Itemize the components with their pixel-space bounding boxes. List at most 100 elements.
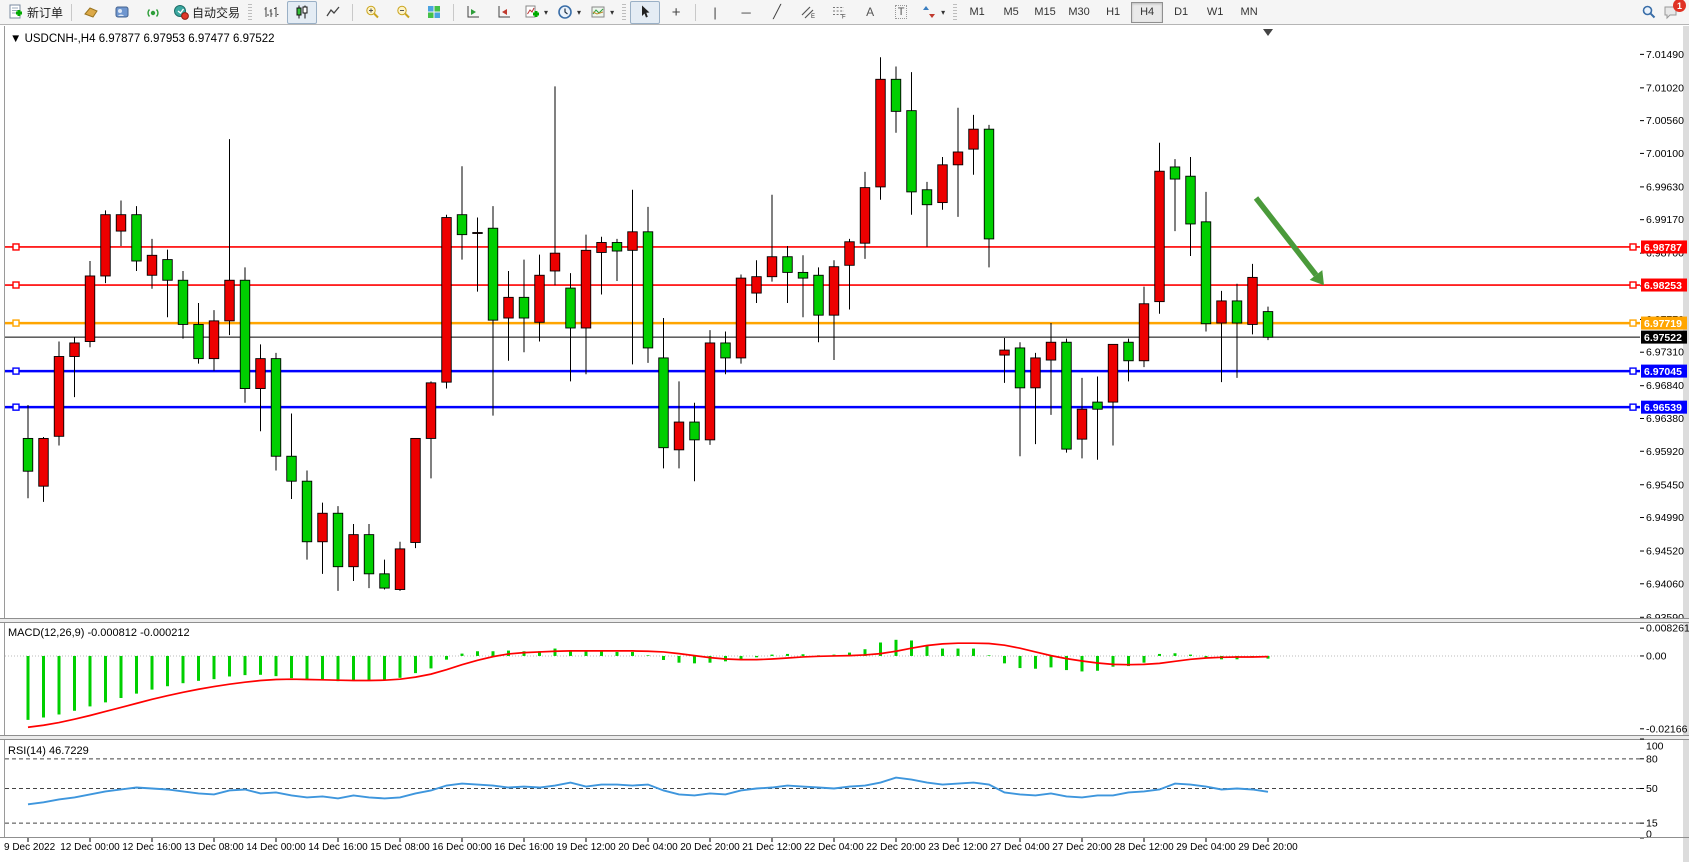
price-level-badge-label: 6.97719: [1644, 318, 1682, 330]
candle: [395, 542, 405, 591]
candle-body: [891, 79, 901, 111]
candle: [705, 330, 715, 445]
rsi-axis-label: 80: [1646, 753, 1658, 765]
trendline-tool-button[interactable]: ╱: [762, 1, 792, 24]
time-tick-label: 23 Dec 12:00: [928, 842, 988, 853]
time-tick-label: 27 Dec 20:00: [1052, 842, 1112, 853]
candle-body: [953, 152, 963, 165]
crosshair-tool-button[interactable]: +: [661, 1, 691, 24]
candle-body: [721, 343, 731, 358]
candle-body: [209, 321, 219, 359]
level-line-handle[interactable]: [1630, 368, 1636, 374]
level-line-handle[interactable]: [13, 404, 19, 410]
arrows-tool-button[interactable]: ▾: [917, 1, 949, 24]
indicators-button[interactable]: ▾: [520, 1, 552, 24]
new-order-label: 新订单: [27, 4, 63, 21]
templates-button[interactable]: ▾: [586, 1, 618, 24]
text-label-icon: T: [895, 5, 908, 19]
line-chart-icon: [325, 4, 341, 20]
level-line-handle[interactable]: [1630, 404, 1636, 410]
level-line-handle[interactable]: [1630, 320, 1636, 326]
time-tick-label: 14 Dec 16:00: [308, 842, 368, 853]
horizontal-line-tool-button[interactable]: ─: [731, 1, 761, 24]
price-tick-label: 6.96840: [1646, 380, 1684, 392]
signals-button[interactable]: [138, 1, 168, 24]
toolbar-grip[interactable]: [953, 4, 957, 21]
time-tick-label: 28 Dec 12:00: [1114, 842, 1174, 853]
periods-button[interactable]: ▾: [553, 1, 585, 24]
new-order-button[interactable]: 新订单: [4, 1, 67, 24]
macd-label: MACD(12,26,9) -0.000812 -0.000212: [8, 627, 190, 639]
level-line-handle[interactable]: [1630, 244, 1636, 250]
candle-body: [271, 359, 281, 457]
templates-dropdown-caret[interactable]: ▾: [610, 8, 614, 17]
candle-body: [1124, 342, 1134, 361]
macd-axis-label: -0.02166: [1646, 723, 1688, 735]
timeframe-m5-button[interactable]: M5: [995, 2, 1027, 23]
candle-body: [938, 165, 948, 203]
tile-windows-button[interactable]: [419, 1, 449, 24]
macd-axis-label: 0.00: [1646, 650, 1667, 662]
price-tick-label: 6.95920: [1646, 446, 1684, 458]
time-tick-label: 15 Dec 08:00: [370, 842, 430, 853]
indicators-dropdown-caret[interactable]: ▾: [544, 8, 548, 17]
line-chart-button[interactable]: [318, 1, 348, 24]
chart-canvas[interactable]: 7.014907.010207.005607.001006.996306.991…: [0, 26, 1689, 862]
level-line-handle[interactable]: [1630, 282, 1636, 288]
zoom-out-button[interactable]: [388, 1, 418, 24]
market-watch-button[interactable]: [107, 1, 137, 24]
notifications-button[interactable]: 1: [1663, 4, 1679, 20]
bar-chart-button[interactable]: [256, 1, 286, 24]
text-tool-button[interactable]: A: [855, 1, 885, 24]
candle-body: [116, 215, 126, 231]
zoom-in-button[interactable]: [357, 1, 387, 24]
level-line-handle[interactable]: [13, 368, 19, 374]
candle: [132, 206, 142, 271]
candle-body: [457, 215, 467, 235]
price-tick-label: 7.00100: [1646, 148, 1684, 160]
level-line-handle[interactable]: [13, 282, 19, 288]
auto-scroll-button[interactable]: [458, 1, 488, 24]
timeframe-m1-button[interactable]: M1: [961, 2, 993, 23]
timeframe-h4-button[interactable]: H4: [1131, 2, 1163, 23]
timeframe-h1-button[interactable]: H1: [1097, 2, 1129, 23]
timeframe-w1-button[interactable]: W1: [1199, 2, 1231, 23]
history-center-button[interactable]: [76, 1, 106, 24]
price-level-badge-label: 6.98253: [1644, 280, 1682, 292]
time-tick-label: 29 Dec 04:00: [1176, 842, 1236, 853]
candle-body: [256, 359, 266, 389]
vertical-line-tool-button[interactable]: |: [700, 1, 730, 24]
text-label-tool-button[interactable]: T: [886, 1, 916, 24]
channel-tool-button[interactable]: E: [793, 1, 823, 24]
periods-dropdown-caret[interactable]: ▾: [577, 8, 581, 17]
candlestick-chart-icon: [294, 4, 310, 20]
candle-body: [178, 280, 188, 324]
level-line-handle[interactable]: [13, 320, 19, 326]
timeframe-m15-button[interactable]: M15: [1029, 2, 1061, 23]
svg-text:E: E: [811, 14, 815, 20]
candle-body: [767, 257, 777, 277]
time-tick-label: 21 Dec 12:00: [742, 842, 802, 853]
candle-body: [1031, 358, 1041, 388]
chart-shift-button[interactable]: [489, 1, 519, 24]
timeframe-m30-button[interactable]: M30: [1063, 2, 1095, 23]
fibonacci-icon: F: [831, 4, 847, 20]
candle: [240, 267, 250, 402]
search-icon[interactable]: [1641, 4, 1657, 20]
fibonacci-tool-button[interactable]: F: [824, 1, 854, 24]
candle-body: [240, 280, 250, 388]
candlestick-chart-button[interactable]: [287, 1, 317, 24]
timeframe-mn-button[interactable]: MN: [1233, 2, 1265, 23]
toolbar-separator: [71, 4, 72, 21]
timeframe-d1-button[interactable]: D1: [1165, 2, 1197, 23]
arrows-dropdown-caret[interactable]: ▾: [941, 8, 945, 17]
zoom-in-icon: [364, 4, 380, 20]
candle-body: [814, 275, 824, 315]
toolbar-grip[interactable]: [248, 4, 252, 21]
level-line-handle[interactable]: [13, 244, 19, 250]
cursor-tool-button[interactable]: [630, 1, 660, 24]
candle-body: [147, 255, 157, 275]
auto-trading-button[interactable]: 自动交易: [169, 1, 244, 24]
toolbar-grip[interactable]: [622, 4, 626, 21]
chart-window: 7.014907.010207.005607.001006.996306.991…: [0, 26, 1689, 862]
